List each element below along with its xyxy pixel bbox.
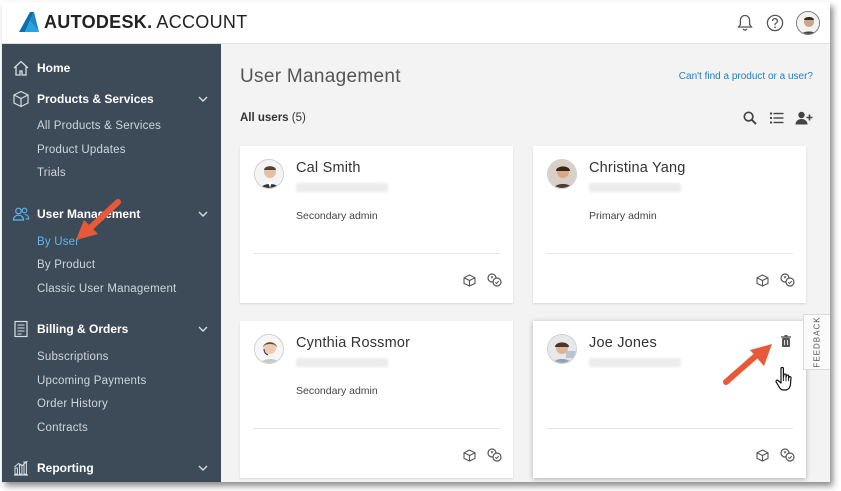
sidebar-subitem-contracts[interactable]: Contracts	[37, 422, 88, 434]
sidebar-subitem-trials[interactable]: Trials	[37, 167, 66, 179]
user-name[interactable]: Cynthia Rossmor	[296, 335, 410, 351]
products-icon[interactable]	[754, 447, 770, 463]
sidebar-item-home[interactable]: Home	[2, 54, 221, 82]
users-icon	[12, 207, 30, 221]
main-content: User Management Can't find a product or …	[221, 44, 830, 482]
cant-find-link[interactable]: Can't find a product or a user?	[679, 71, 813, 82]
chart-icon	[14, 460, 28, 476]
add-user-icon[interactable]	[795, 109, 813, 127]
chevron-down-icon	[198, 326, 208, 332]
card-divider	[546, 428, 793, 429]
sidebar-item-reporting[interactable]: Reporting	[2, 454, 221, 482]
user-filter-label[interactable]: All users (5)	[240, 112, 306, 124]
user-email-redacted	[589, 358, 681, 367]
trash-icon[interactable]	[779, 334, 793, 348]
chevron-down-icon	[198, 96, 208, 102]
brand-word: AUTODESK.	[44, 11, 153, 32]
sidebar-subitem-product-updates[interactable]: Product Updates	[37, 144, 126, 156]
permissions-icon[interactable]	[779, 272, 795, 288]
sidebar-subitem-all-products[interactable]: All Products & Services	[37, 120, 161, 132]
sidebar: Home Products & Services All Products & …	[2, 44, 221, 482]
user-role: Primary admin	[589, 210, 657, 222]
user-name[interactable]: Cal Smith	[296, 160, 361, 176]
user-email-redacted	[296, 358, 388, 367]
avatar	[254, 334, 284, 364]
products-icon[interactable]	[754, 272, 770, 288]
autodesk-logo-icon	[19, 12, 39, 32]
annotation-arrow-by-user	[76, 199, 121, 240]
sidebar-subitem-order-history[interactable]: Order History	[37, 398, 108, 410]
chevron-down-icon	[198, 211, 208, 217]
app-window: AUTODESK. ACCOUNT Home Products & Service…	[2, 2, 830, 482]
sidebar-item-billing-orders[interactable]: Billing & Orders	[2, 315, 221, 343]
receipt-icon	[14, 320, 28, 338]
avatar	[547, 334, 577, 364]
home-icon	[13, 60, 29, 76]
sidebar-subitem-subscriptions[interactable]: Subscriptions	[37, 351, 109, 363]
user-card[interactable]: Cynthia Rossmor Secondary admin	[240, 321, 513, 478]
user-avatar[interactable]	[796, 11, 820, 35]
feedback-label: FEEDBACK	[812, 316, 822, 368]
sidebar-item-label: Home	[37, 61, 71, 75]
permissions-icon[interactable]	[486, 447, 502, 463]
avatar	[254, 159, 284, 189]
annotation-arrow-trash	[723, 344, 772, 385]
sidebar-subitem-upcoming-payments[interactable]: Upcoming Payments	[37, 375, 147, 387]
card-divider	[253, 253, 500, 254]
products-icon[interactable]	[461, 272, 477, 288]
chevron-down-icon	[198, 465, 208, 471]
sidebar-item-label: Billing & Orders	[37, 322, 129, 336]
user-name[interactable]: Joe Jones	[589, 335, 657, 351]
user-email-redacted	[589, 183, 681, 192]
logo-text: AUTODESK. ACCOUNT	[44, 12, 248, 33]
autodesk-logo[interactable]: AUTODESK. ACCOUNT	[18, 11, 248, 33]
user-role: Secondary admin	[296, 210, 378, 222]
user-name[interactable]: Christina Yang	[589, 160, 686, 176]
hand-cursor-icon	[775, 366, 792, 391]
card-divider	[546, 253, 793, 254]
user-email-redacted	[296, 183, 388, 192]
list-view-icon[interactable]	[768, 109, 786, 127]
user-count: (5)	[291, 112, 306, 124]
sidebar-item-label: Products & Services	[37, 92, 154, 106]
card-divider	[253, 428, 500, 429]
permissions-icon[interactable]	[486, 272, 502, 288]
user-card[interactable]: Cal Smith Secondary admin	[240, 146, 513, 303]
search-icon[interactable]	[741, 109, 759, 127]
feedback-tab[interactable]: FEEDBACK	[803, 314, 830, 370]
filter-label: All users	[240, 112, 289, 124]
permissions-icon[interactable]	[779, 447, 795, 463]
page-title: User Management	[240, 66, 401, 87]
user-role: Secondary admin	[296, 385, 378, 397]
top-bar: AUTODESK. ACCOUNT	[2, 2, 830, 44]
help-icon[interactable]	[762, 10, 788, 36]
products-icon[interactable]	[461, 447, 477, 463]
sidebar-item-label: Reporting	[37, 461, 94, 475]
box-icon	[13, 90, 29, 108]
avatar	[547, 159, 577, 189]
sidebar-item-products-services[interactable]: Products & Services	[2, 85, 221, 113]
brand-suffix: ACCOUNT	[156, 11, 248, 32]
sidebar-subitem-by-product[interactable]: By Product	[37, 259, 95, 271]
sidebar-subitem-classic-user-management[interactable]: Classic User Management	[37, 283, 176, 295]
bell-icon[interactable]	[732, 10, 758, 36]
user-card[interactable]: Christina Yang Primary admin	[533, 146, 806, 303]
